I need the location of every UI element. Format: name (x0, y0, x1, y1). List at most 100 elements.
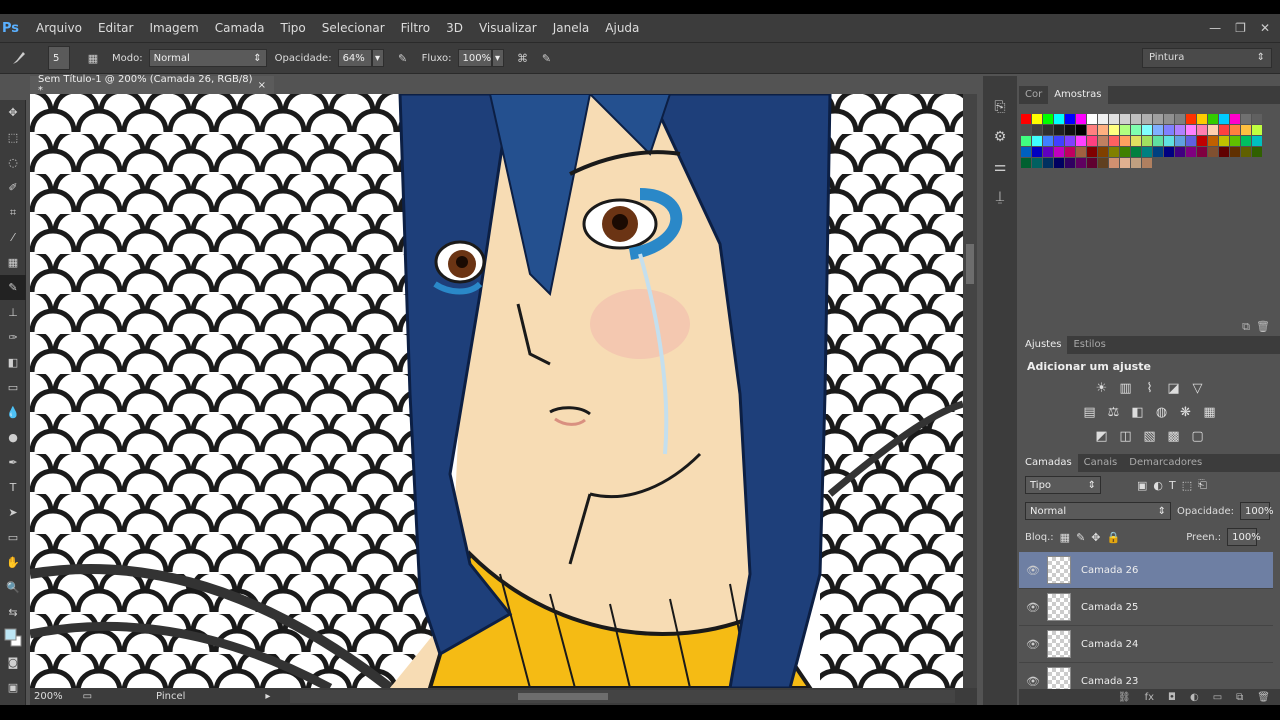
tab-paths[interactable]: Demarcadores (1123, 454, 1208, 472)
swatch[interactable] (1065, 136, 1075, 146)
document-canvas[interactable] (30, 94, 963, 688)
photo-filter-icon[interactable]: ◍ (1153, 403, 1171, 421)
filter-shape-icon[interactable]: ⬚ (1182, 479, 1192, 492)
history-panel-icon[interactable]: ⎘ (983, 92, 1017, 122)
swatch[interactable] (1032, 147, 1042, 157)
swatch[interactable] (1208, 125, 1218, 135)
pressure-opacity-icon[interactable]: ✎ (392, 47, 414, 69)
horizontal-scroll-thumb[interactable] (518, 693, 608, 700)
invert-icon[interactable]: ◩ (1093, 427, 1111, 445)
clone-source-panel-icon[interactable]: ⍊ (983, 182, 1017, 212)
swatch[interactable] (1054, 125, 1064, 135)
close-document-icon[interactable]: × (258, 80, 266, 91)
swap-colors-icon[interactable]: ⇆ (0, 600, 26, 625)
swatch[interactable] (1175, 125, 1185, 135)
swatch[interactable] (1219, 114, 1229, 124)
layer-visibility-icon[interactable]: 👁 (1019, 564, 1047, 577)
swatch[interactable] (1021, 136, 1031, 146)
swatch[interactable] (1021, 147, 1031, 157)
swatch[interactable] (1054, 114, 1064, 124)
healing-brush-tool-icon[interactable]: ▦ (0, 250, 26, 275)
lock-all-icon[interactable]: 🔒 (1107, 531, 1121, 544)
swatch[interactable] (1164, 114, 1174, 124)
gradient-map-icon[interactable]: ▩ (1165, 427, 1183, 445)
swatch[interactable] (1197, 136, 1207, 146)
dodge-tool-icon[interactable]: ● (0, 425, 26, 450)
new-layer-icon[interactable]: ⧉ (1236, 692, 1243, 703)
color-swatches-icon[interactable] (0, 625, 26, 650)
swatch[interactable] (1065, 114, 1075, 124)
gradient-tool-icon[interactable]: ▭ (0, 375, 26, 400)
swatch[interactable] (1076, 125, 1086, 135)
swatch[interactable] (1219, 136, 1229, 146)
swatch[interactable] (1076, 158, 1086, 168)
swatch[interactable] (1120, 147, 1130, 157)
swatch[interactable] (1109, 125, 1119, 135)
swatch[interactable] (1076, 147, 1086, 157)
swatch[interactable] (1043, 125, 1053, 135)
pressure-size-icon[interactable]: ✎ (536, 47, 558, 69)
properties-panel-icon[interactable]: ⚙ (983, 122, 1017, 152)
swatch[interactable] (1175, 147, 1185, 157)
menu-item-1[interactable]: Editar (90, 14, 142, 42)
vertical-scroll-thumb[interactable] (966, 244, 974, 284)
workspace-select[interactable]: Pintura ⇕ (1142, 48, 1272, 68)
swatch[interactable] (1230, 114, 1240, 124)
swatch[interactable] (1186, 114, 1196, 124)
swatch[interactable] (1197, 114, 1207, 124)
menu-item-6[interactable]: Filtro (393, 14, 438, 42)
filter-smart-object-icon[interactable]: ⎗ (1198, 478, 1207, 492)
swatch[interactable] (1153, 147, 1163, 157)
quick-mask-icon[interactable]: ◙ (0, 650, 26, 675)
swatch[interactable] (1098, 136, 1108, 146)
swatch[interactable] (1241, 114, 1251, 124)
swatch[interactable] (1142, 158, 1152, 168)
screen-mode-icon[interactable]: ▣ (0, 675, 26, 700)
swatch[interactable] (1043, 114, 1053, 124)
lasso-tool-icon[interactable]: ◌ (0, 150, 26, 175)
exposure-icon[interactable]: ◪ (1165, 379, 1183, 397)
swatch[interactable] (1087, 158, 1097, 168)
black-white-icon[interactable]: ◧ (1129, 403, 1147, 421)
layer-visibility-icon[interactable]: 👁 (1019, 601, 1047, 614)
swatch[interactable] (1252, 125, 1262, 135)
vibrance-icon[interactable]: ▽ (1189, 379, 1207, 397)
swatch[interactable] (1032, 158, 1042, 168)
swatch[interactable] (1252, 136, 1262, 146)
channel-mixer-icon[interactable]: ❋ (1177, 403, 1195, 421)
color-balance-icon[interactable]: ⚖ (1105, 403, 1123, 421)
lock-pixels-icon[interactable]: ✎ (1076, 531, 1085, 544)
swatch[interactable] (1032, 114, 1042, 124)
marquee-tool-icon[interactable]: ⬚ (0, 125, 26, 150)
swatch[interactable] (1087, 147, 1097, 157)
posterize-icon[interactable]: ◫ (1117, 427, 1135, 445)
swatch[interactable] (1197, 125, 1207, 135)
clone-stamp-tool-icon[interactable]: ⊥ (0, 300, 26, 325)
swatch[interactable] (1109, 114, 1119, 124)
swatch[interactable] (1142, 136, 1152, 146)
swatch[interactable] (1252, 114, 1262, 124)
delete-layer-icon[interactable]: 🗑 (1257, 692, 1270, 703)
layer-name[interactable]: Camada 26 (1081, 565, 1138, 576)
layer-row[interactable]: 👁 Camada 23 (1019, 663, 1273, 689)
swatch[interactable] (1153, 136, 1163, 146)
layer-row[interactable]: 👁 Camada 26 (1019, 552, 1273, 589)
swatch[interactable] (1197, 147, 1207, 157)
tab-swatches[interactable]: Amostras (1048, 86, 1108, 104)
hand-tool-icon[interactable]: ✋ (0, 550, 26, 575)
brush-tool-preset-icon[interactable] (8, 47, 30, 69)
delete-swatch-icon[interactable]: 🗑 (1256, 320, 1270, 333)
swatch[interactable] (1109, 136, 1119, 146)
menu-item-7[interactable]: 3D (438, 14, 471, 42)
swatch[interactable] (1098, 147, 1108, 157)
swatch[interactable] (1230, 136, 1240, 146)
swatch[interactable] (1065, 147, 1075, 157)
threshold-icon[interactable]: ▧ (1141, 427, 1159, 445)
brush-panel-toggle-icon[interactable]: ▦ (82, 47, 104, 69)
type-tool-icon[interactable]: T (0, 475, 26, 500)
menu-item-10[interactable]: Ajuda (597, 14, 647, 42)
swatch[interactable] (1098, 114, 1108, 124)
blend-mode-select[interactable]: Normal ⇕ (1025, 502, 1171, 520)
new-adjustment-icon[interactable]: ◐ (1190, 692, 1199, 703)
tab-styles[interactable]: Estilos (1067, 336, 1111, 354)
